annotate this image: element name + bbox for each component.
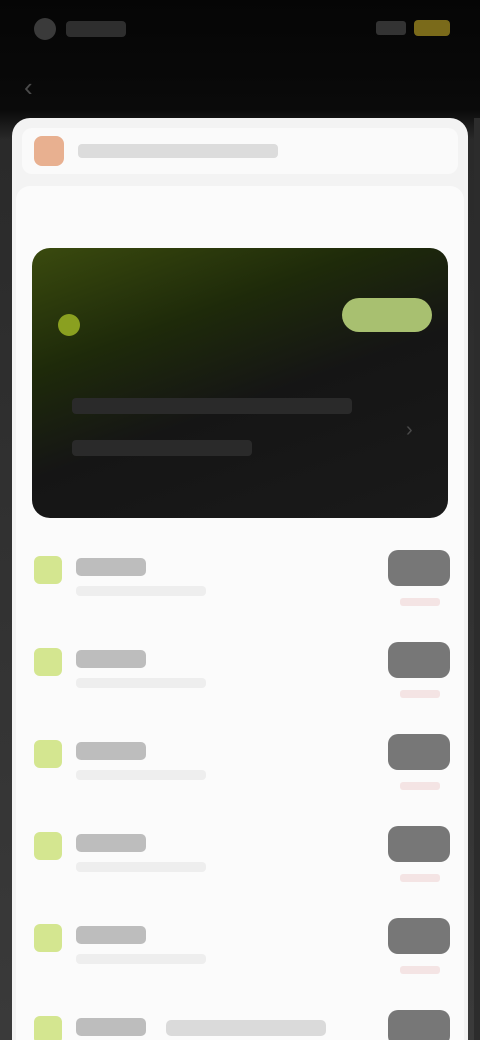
- list-item[interactable]: [16, 722, 464, 814]
- item-icon: [34, 924, 62, 952]
- item-title: [76, 926, 146, 944]
- screen: ‹ ›: [0, 0, 480, 1040]
- item-subtitle: [76, 770, 206, 780]
- item-subtitle: [76, 862, 206, 872]
- item-title: [76, 834, 146, 852]
- item-subtitle: [76, 954, 206, 964]
- item-list: [16, 538, 464, 1040]
- main-card: ›: [12, 118, 468, 1040]
- battery-icon: [414, 20, 450, 36]
- notice-text: [78, 144, 278, 158]
- item-title: [76, 558, 146, 576]
- item-action-button[interactable]: [388, 734, 450, 770]
- page-title: [180, 76, 300, 98]
- inner-panel: ›: [16, 186, 464, 1040]
- item-action-button[interactable]: [388, 918, 450, 954]
- item-accent: [400, 782, 440, 790]
- list-item[interactable]: [16, 630, 464, 722]
- item-action-button[interactable]: [388, 642, 450, 678]
- item-extra-text: [166, 1020, 326, 1036]
- featured-description-line2: [72, 440, 252, 456]
- signal-icon: [376, 21, 406, 35]
- notice-bar[interactable]: [22, 128, 458, 174]
- featured-subtitle: [92, 342, 212, 356]
- item-icon: [34, 740, 62, 768]
- item-accent: [400, 874, 440, 882]
- item-icon: [34, 1016, 62, 1040]
- notice-icon: [34, 136, 64, 166]
- featured-card[interactable]: ›: [32, 248, 448, 518]
- section-label: [30, 206, 120, 224]
- list-item[interactable]: [16, 998, 464, 1040]
- featured-icon: [58, 314, 80, 336]
- back-button[interactable]: ‹: [24, 74, 52, 100]
- item-icon: [34, 648, 62, 676]
- status-left: [34, 18, 126, 40]
- status-time: [66, 21, 126, 37]
- status-app-icon: [34, 18, 56, 40]
- list-item[interactable]: [16, 814, 464, 906]
- item-accent: [400, 690, 440, 698]
- item-accent: [400, 598, 440, 606]
- status-right: [376, 20, 450, 36]
- featured-title: [92, 310, 192, 338]
- featured-badge-button[interactable]: [342, 298, 432, 332]
- item-action-button[interactable]: [388, 550, 450, 586]
- item-title: [76, 650, 146, 668]
- item-action-button[interactable]: [388, 826, 450, 862]
- item-subtitle: [76, 678, 206, 688]
- status-bar: [0, 0, 480, 56]
- item-title: [76, 1018, 146, 1036]
- item-action-button[interactable]: [388, 1010, 450, 1040]
- nav-header: ‹: [0, 62, 480, 114]
- item-icon: [34, 556, 62, 584]
- list-item[interactable]: [16, 538, 464, 630]
- item-accent: [400, 966, 440, 974]
- edge-bar: [474, 118, 480, 1040]
- list-item[interactable]: [16, 906, 464, 998]
- item-subtitle: [76, 586, 206, 596]
- item-icon: [34, 832, 62, 860]
- featured-description-line1: [72, 398, 352, 414]
- item-title: [76, 742, 146, 760]
- chevron-right-icon[interactable]: ›: [406, 420, 422, 440]
